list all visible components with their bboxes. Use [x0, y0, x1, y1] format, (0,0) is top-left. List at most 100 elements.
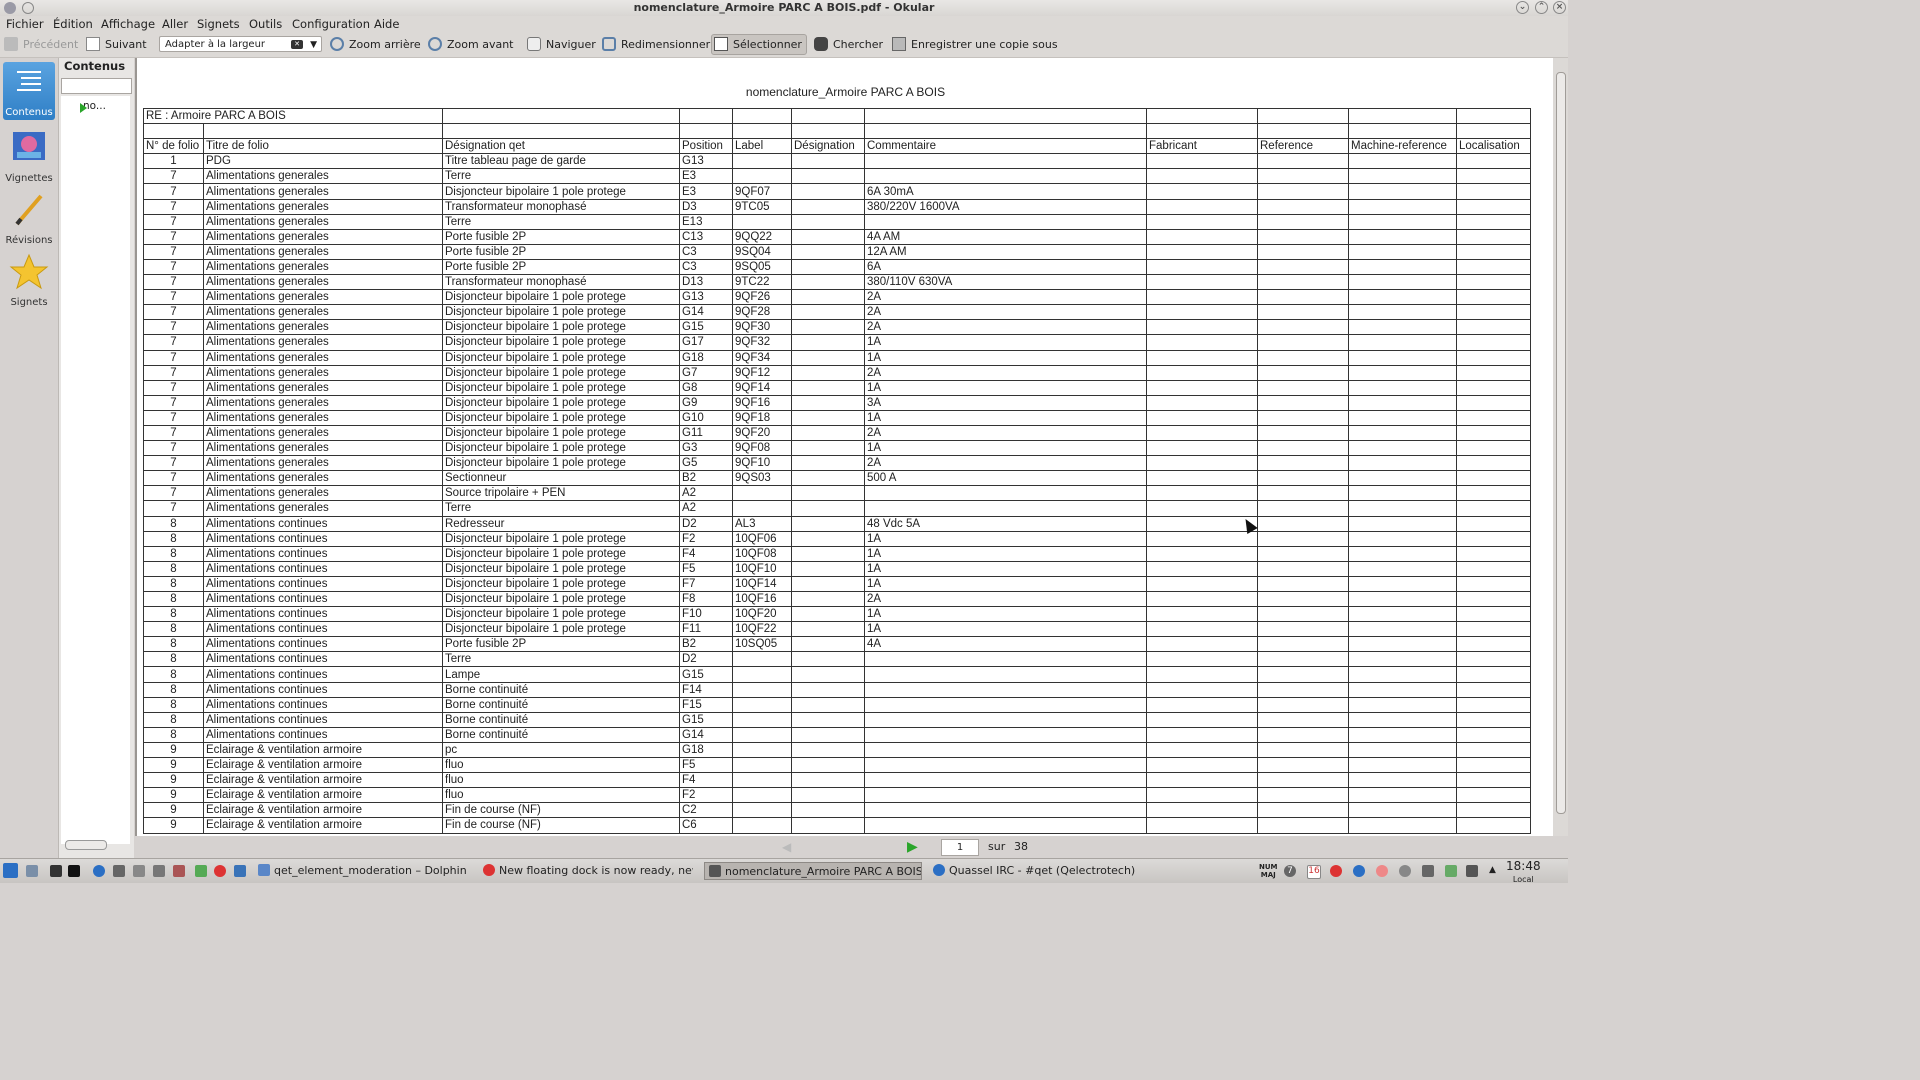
table-cell [1456, 440, 1531, 457]
table-cell: Disjoncteur bipolaire 1 pole protege [442, 379, 680, 396]
desktop-pager-2-icon[interactable] [68, 865, 80, 877]
package-launcher-icon[interactable] [133, 865, 145, 877]
table-cell [1257, 621, 1349, 638]
clear-icon[interactable]: ✕ [291, 40, 303, 49]
table-cell: 48 Vdc 5A [864, 515, 1147, 532]
sidebar-item-bookmarks[interactable]: Signets [3, 252, 55, 308]
table-row: 7 Alimentations generales Disjoncteur bipo… [143, 183, 1531, 200]
zoom-mode-select[interactable]: Adapter à la largeur ✕ ▼ [159, 36, 322, 52]
chevron-down-icon[interactable]: ▼ [310, 37, 317, 53]
table-cell: fluo [442, 757, 680, 774]
browser-launcher-icon[interactable] [93, 865, 105, 877]
browse-tool-button[interactable]: Naviguer [527, 37, 596, 53]
clock[interactable]: 18:48 Local [1506, 860, 1541, 886]
hand-icon [527, 37, 541, 51]
task-dolphin[interactable]: qet_element_moderation – Dolphin [258, 862, 473, 880]
resize-tool-button[interactable]: Redimensionner [602, 37, 710, 53]
window-menu-icon[interactable] [22, 2, 34, 14]
table-cell: 9QF08 [732, 440, 792, 457]
table-cell: Alimentations continues [203, 621, 443, 638]
battery-tray-icon[interactable] [1445, 865, 1457, 877]
table-cell [1257, 198, 1349, 215]
task-browser[interactable]: New floating dock is now ready, news... [483, 862, 693, 880]
activities-icon[interactable] [26, 865, 38, 877]
table-cell [1146, 500, 1258, 517]
zoom-out-button[interactable]: Zoom arrière [330, 37, 421, 53]
menu-aide[interactable]: Aide [374, 17, 399, 31]
camera-launcher-icon[interactable] [153, 865, 165, 877]
expand-arrow-icon[interactable] [80, 103, 87, 113]
table-cell [1348, 545, 1457, 562]
menu-affichage[interactable]: Affichage [101, 17, 155, 31]
table-cell [732, 772, 792, 789]
volume-tray-icon[interactable] [1466, 865, 1478, 877]
calc-launcher-icon[interactable] [234, 865, 246, 877]
table-cell: 7 [143, 409, 204, 426]
previous-page-icon[interactable]: ◀ [782, 840, 791, 854]
select-tool-button[interactable]: Sélectionner [711, 34, 807, 55]
panel-scrollbar-thumb[interactable] [65, 840, 107, 850]
table-column-headers: N° de folio Titre de folio Désignation qet… [143, 138, 1531, 155]
next-page-icon[interactable]: ▶ [907, 839, 918, 855]
desktop-pager-icon[interactable] [50, 865, 62, 877]
task-quassel[interactable]: Quassel IRC - #qet (Qelectrotech) [933, 862, 1153, 880]
table-cell [1456, 621, 1531, 638]
table-cell: F4 [679, 545, 733, 562]
editor-launcher-icon[interactable] [113, 865, 125, 877]
chrome-tray-icon[interactable] [1330, 865, 1342, 877]
table-cell [1257, 183, 1349, 200]
table-cell: C2 [679, 802, 733, 819]
tray-expand-icon[interactable]: ▲ [1489, 865, 1496, 875]
table-cell [1146, 666, 1258, 683]
menu-configuration[interactable]: Configuration [292, 17, 370, 31]
table-row: 7 Alimentations generales Disjoncteur bipo… [143, 334, 1531, 351]
menu-signets[interactable]: Signets [197, 17, 240, 31]
table-cell: 9QF26 [732, 289, 792, 306]
sidebar-item-revisions[interactable]: Révisions [3, 190, 55, 246]
table-cell [1456, 802, 1531, 819]
document-scrollbar[interactable] [1553, 58, 1568, 836]
close-icon[interactable]: × [1553, 1, 1566, 14]
table-cell: 9 [143, 772, 204, 789]
task-okular[interactable]: nomenclature_Armoire PARC A BOIS.pd... [704, 862, 922, 880]
table-cell: 9QQ22 [732, 228, 792, 245]
menu-outils[interactable]: Outils [249, 17, 282, 31]
table-cell: G15 [679, 319, 733, 336]
clipboard-tray-icon[interactable] [1422, 865, 1434, 877]
table-cell [732, 802, 792, 819]
table-cell [1257, 636, 1349, 653]
sidebar-item-contents[interactable]: Contenus [3, 62, 55, 120]
notification-badge[interactable]: 7 [1284, 865, 1296, 877]
menu-edition[interactable]: Édition [53, 17, 93, 31]
menu-fichier[interactable]: Fichier [6, 17, 44, 31]
previous-button[interactable]: Précédent [4, 37, 78, 53]
scrollbar-thumb[interactable] [1556, 72, 1566, 814]
update-tray-icon[interactable] [1399, 865, 1411, 877]
menu-aller[interactable]: Aller [162, 17, 188, 31]
next-button[interactable]: Suivant [86, 37, 147, 53]
table-cell: 1A [864, 560, 1147, 577]
qet-launcher-icon[interactable] [195, 865, 207, 877]
table-row: 7 Alimentations generales Terre E13 [143, 213, 1531, 230]
chrome-launcher-icon[interactable] [214, 865, 226, 877]
network-tray-icon[interactable] [1353, 865, 1365, 877]
maximize-icon[interactable]: ⌃ [1535, 1, 1548, 14]
table-cell: 10QF16 [732, 590, 792, 608]
okular-app-icon[interactable] [4, 2, 16, 14]
sidebar-item-thumbnails[interactable]: Vignettes [3, 128, 55, 184]
minimize-icon[interactable]: ⌄ [1516, 1, 1529, 14]
table-cell: 1A [864, 440, 1147, 457]
contents-search-input[interactable] [61, 78, 132, 94]
page-number-input[interactable]: 1 [941, 839, 979, 856]
calendar-tray-icon[interactable]: 16 [1307, 865, 1321, 879]
table-cell [1456, 198, 1531, 215]
table-cell [1257, 606, 1349, 623]
tool-launcher-icon[interactable] [173, 865, 185, 877]
start-menu-icon[interactable] [3, 863, 18, 878]
moon-tray-icon[interactable] [1376, 865, 1388, 877]
table-cell [864, 817, 1147, 834]
table-row: 8 Alimentations continues Lampe G15 [143, 666, 1531, 683]
find-button[interactable]: Chercher [814, 37, 883, 53]
save-copy-button[interactable]: Enregistrer une copie sous [892, 37, 1058, 53]
zoom-in-button[interactable]: Zoom avant [428, 37, 513, 53]
